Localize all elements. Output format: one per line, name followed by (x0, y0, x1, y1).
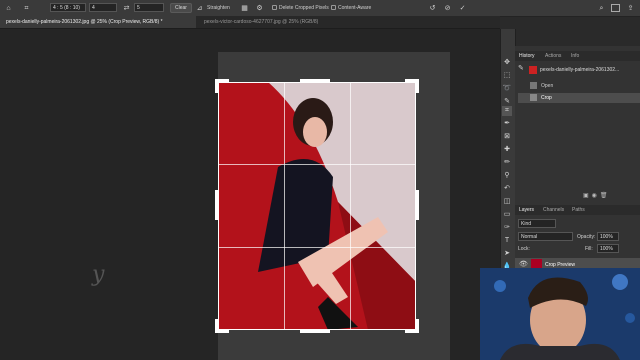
clear-button[interactable]: Clear (170, 3, 192, 13)
history-item-crop[interactable]: Crop (518, 93, 640, 103)
eyedropper-icon[interactable]: ✒ (502, 119, 512, 129)
width-field[interactable]: 4 (89, 3, 117, 12)
delete-cropped-label: Delete Cropped Pixels (279, 5, 329, 11)
tab-history[interactable]: History (519, 51, 535, 61)
crop-handle-left[interactable] (215, 190, 218, 220)
grid-line (350, 82, 351, 330)
crop-handle-bottom-left[interactable] (215, 319, 229, 333)
straighten-icon[interactable]: ⊿ (195, 4, 204, 13)
ratio-preset-select[interactable]: 4 : 5 (8 : 10) (50, 3, 86, 12)
grid-line (284, 82, 285, 330)
tab-channels[interactable]: Channels (543, 205, 564, 215)
cancel-icon[interactable]: ⊘ (443, 4, 452, 13)
path-select-icon[interactable]: ➤ (502, 249, 512, 259)
tab-info[interactable]: Info (571, 51, 579, 61)
healing-brush-icon[interactable]: ✚ (502, 145, 512, 155)
reset-icon[interactable]: ↺ (428, 4, 437, 13)
tab-second-document[interactable]: pexels-victor-cardoso-4627707.jpg @ 25% … (198, 16, 348, 28)
type-tool-icon[interactable]: T (502, 236, 512, 246)
canvas-watermark: y (92, 262, 105, 287)
crop-handle-right[interactable] (416, 190, 419, 220)
fill-field[interactable]: 100% (597, 244, 619, 253)
crop-box[interactable] (218, 82, 416, 330)
eraser-icon[interactable]: ◫ (502, 197, 512, 207)
grid-line (218, 164, 416, 165)
tab-active-document[interactable]: pexels-danielly-palmeira-2061302.jpg @ 2… (0, 16, 196, 28)
grid-overlay-icon[interactable]: ▦ (240, 4, 249, 13)
tab-label: pexels-victor-cardoso-4627707.jpg @ 25% … (204, 19, 319, 25)
gradient-icon[interactable]: ▭ (502, 210, 512, 220)
content-aware-label: Content-Aware (338, 5, 372, 11)
layer-filter-select[interactable]: Kind (518, 219, 556, 228)
crop-handle-bottom[interactable] (300, 330, 330, 333)
straighten-button[interactable]: Straighten (207, 4, 230, 12)
lasso-tool-icon[interactable]: ➰ (502, 84, 512, 94)
tab-layers[interactable]: Layers (519, 205, 534, 215)
webcam-overlay (480, 268, 640, 360)
history-snapshot[interactable]: pexels-danielly-palmeira-2061302... (540, 65, 635, 75)
crop-handle-top[interactable] (300, 79, 330, 82)
crop-icon (530, 94, 537, 101)
gear-icon[interactable]: ⚙ (255, 4, 264, 13)
document-icon (530, 82, 537, 89)
delete-cropped-checkbox[interactable] (272, 5, 277, 10)
grid-line (218, 247, 416, 248)
commit-check-icon[interactable]: ✓ (458, 4, 467, 13)
share-icon[interactable]: ⇪ (626, 4, 635, 13)
crop-handle-bottom-right[interactable] (405, 319, 419, 333)
content-aware-checkbox[interactable] (331, 5, 336, 10)
brush-icon[interactable]: ✏ (502, 158, 512, 168)
home-icon[interactable]: ⌂ (4, 4, 13, 13)
lock-label: Lock: (518, 246, 530, 252)
tab-label: pexels-danielly-palmeira-2061302.jpg @ 2… (6, 19, 163, 25)
history-brush-icon[interactable]: ↶ (502, 184, 512, 194)
opacity-field[interactable]: 100% (597, 232, 619, 241)
crop-tool-icon[interactable]: ⌗ (22, 4, 31, 13)
workspace-icon[interactable] (611, 4, 620, 12)
stamp-icon[interactable]: ⚲ (502, 171, 512, 181)
crop-handle-top-right[interactable] (405, 79, 419, 93)
marquee-tool-icon[interactable]: ⬚ (502, 71, 512, 81)
swap-icon[interactable]: ⇄ (122, 4, 131, 13)
pen-tool-icon[interactable]: ✑ (502, 223, 512, 233)
crop-handle-top-left[interactable] (215, 79, 229, 93)
height-field[interactable]: 5 (134, 3, 164, 12)
search-icon[interactable]: ⌕ (597, 4, 606, 13)
fill-label: Fill: (585, 246, 593, 252)
history-label: Open (541, 83, 554, 89)
snapshot-thumbnail (529, 66, 537, 74)
blend-mode-select[interactable]: Normal (518, 232, 573, 241)
opacity-label: Opacity: (577, 234, 596, 240)
frame-tool-icon[interactable]: ⊠ (502, 132, 512, 142)
move-tool-icon[interactable]: ✥ (502, 58, 512, 68)
history-footer-icons[interactable]: ▣◉🗑 (583, 192, 611, 199)
brush-icon: ✎ (518, 65, 524, 72)
history-item-open[interactable]: Open (518, 81, 640, 91)
tab-actions[interactable]: Actions (545, 51, 561, 61)
history-label: Crop (541, 95, 552, 101)
tab-paths[interactable]: Paths (572, 205, 585, 215)
crop-tool-icon[interactable]: ⌗ (502, 106, 512, 116)
eye-icon[interactable]: 👁 (519, 260, 528, 268)
